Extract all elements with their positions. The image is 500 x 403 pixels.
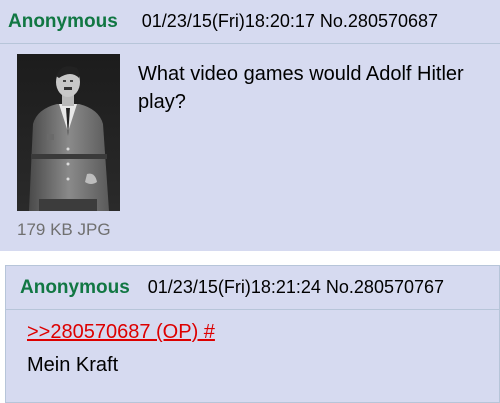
- post-meta: 01/23/15(Fri)18:20:17 No.280570687: [142, 11, 438, 32]
- poster-name: Anonymous: [20, 276, 130, 298]
- reply-post: Anonymous 01/23/15(Fri)18:21:24 No.28057…: [5, 265, 500, 403]
- thumbnail-photo: [17, 54, 120, 211]
- post-header: Anonymous 01/23/15(Fri)18:20:17 No.28057…: [0, 0, 500, 44]
- post-number[interactable]: No.280570687: [320, 11, 438, 31]
- post-number[interactable]: No.280570767: [326, 277, 444, 297]
- file-info: 179 KB JPG: [17, 220, 111, 239]
- post-datetime: 01/23/15(Fri)18:20:17: [141, 11, 315, 31]
- post-header: Anonymous 01/23/15(Fri)18:21:24 No.28057…: [6, 266, 499, 310]
- op-post: Anonymous 01/23/15(Fri)18:20:17 No.28057…: [0, 0, 500, 251]
- post-thumbnail-image[interactable]: [17, 54, 120, 211]
- post-comment: Mein Kraft: [27, 354, 119, 376]
- poster-name: Anonymous: [8, 10, 118, 32]
- post-meta: 01/23/15(Fri)18:21:24 No.280570767: [148, 277, 444, 298]
- quote-link[interactable]: >>280570687 (OP) #: [27, 321, 215, 344]
- post-comment: What video games would Adolf Hitler play…: [138, 63, 464, 113]
- post-datetime: 01/23/15(Fri)18:21:24: [147, 277, 321, 297]
